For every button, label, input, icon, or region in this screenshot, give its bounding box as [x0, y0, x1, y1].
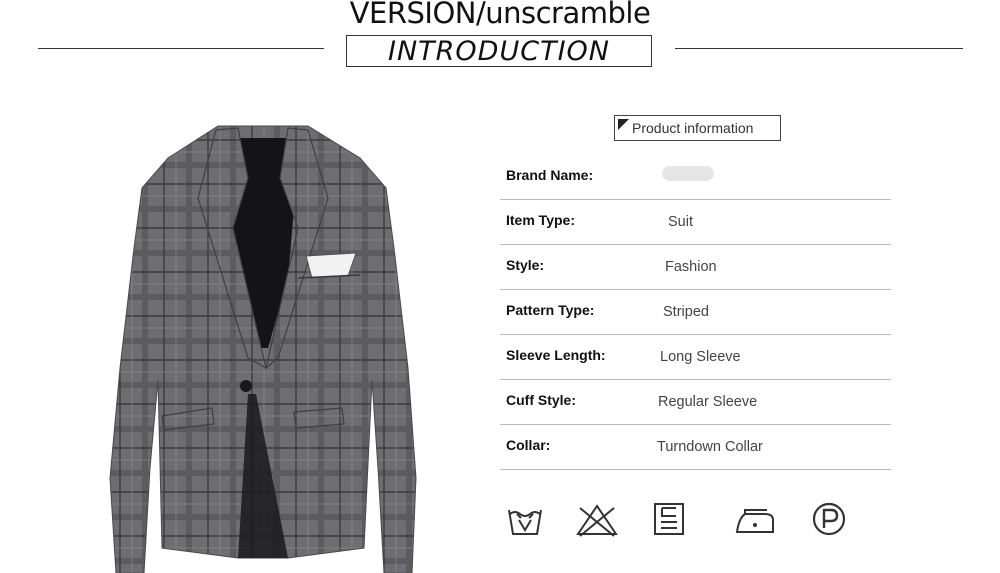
version-title: VERSION/unscramble — [349, 0, 651, 30]
spec-label: Collar: — [506, 437, 551, 453]
spec-label: Style: — [506, 257, 545, 273]
spec-value: Turndown Collar — [657, 439, 763, 455]
spec-value: Regular Sleeve — [658, 394, 758, 410]
spec-row-pattern: Pattern Type: Striped — [500, 290, 891, 335]
brand-placeholder — [662, 166, 714, 181]
iron-icon — [735, 509, 774, 533]
spec-label: Brand Name: — [506, 167, 594, 183]
dry-clean-p-icon — [812, 502, 846, 536]
spec-value: Suit — [668, 214, 693, 230]
wash-30-icon — [508, 509, 542, 535]
spec-value: Long Sleeve — [660, 349, 741, 365]
spec-row-style: Style: Fashion — [500, 245, 891, 290]
spec-label: Pattern Type: — [506, 302, 595, 318]
spec-row-sleeve: Sleeve Length: Long Sleeve — [500, 335, 891, 380]
no-bleach-icon — [576, 504, 618, 537]
divider-left — [38, 48, 324, 49]
spec-label: Cuff Style: — [506, 392, 576, 408]
tumble-dry-icon — [654, 503, 684, 535]
introduction-title: INTRODUCTION — [388, 36, 610, 67]
spec-label: Item Type: — [506, 212, 575, 228]
spec-value: Fashion — [665, 259, 717, 275]
spec-label: Sleeve Length: — [506, 347, 606, 363]
spec-row-cuff: Cuff Style: Regular Sleeve — [500, 380, 891, 425]
product-information-text: Product information — [632, 120, 754, 136]
product-information-label: Product information — [614, 115, 781, 141]
spec-row-brand: Brand Name: — [500, 155, 891, 200]
divider-right — [675, 48, 963, 49]
blazer-image — [109, 125, 417, 573]
spec-row-collar: Collar: Turndown Collar — [500, 425, 891, 470]
spec-value: Striped — [663, 304, 709, 320]
spec-row-item-type: Item Type: Suit — [500, 200, 891, 245]
introduction-box: INTRODUCTION — [346, 35, 652, 67]
corner-marker-icon — [618, 119, 629, 130]
